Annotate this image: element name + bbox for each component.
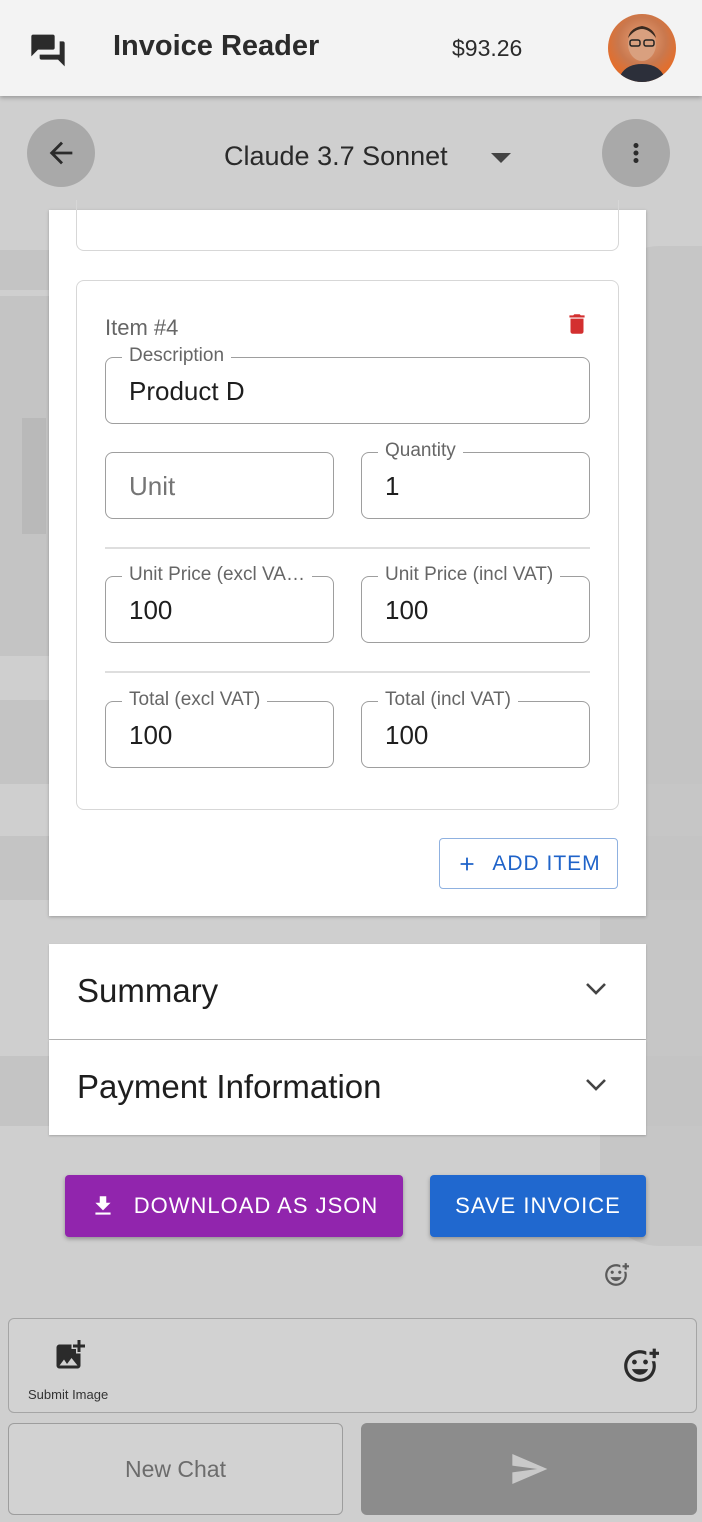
app-root: Invoice Reader $93.26 Claude 3.7 Sonnet (0, 0, 702, 1522)
payment-information-title: Payment Information (77, 1068, 382, 1105)
unit-price-excl-vat-value: 100 (129, 595, 173, 625)
quantity-value: 1 (385, 471, 400, 501)
unit-price-excl-vat-field[interactable]: Unit Price (excl VA… 100 (105, 564, 334, 643)
plus-icon (460, 857, 474, 870)
caret-down-icon[interactable] (491, 153, 511, 163)
unit-price-excl-vat-label: Unit Price (excl VA… (122, 564, 312, 586)
new-chat-button[interactable]: New Chat (8, 1423, 343, 1515)
more-vert-icon (633, 143, 639, 163)
background-shape (22, 418, 46, 534)
app-bar: Invoice Reader $93.26 (0, 0, 702, 96)
total-excl-vat-label: Total (excl VAT) (122, 689, 268, 711)
summary-accordion[interactable]: Summary (49, 944, 646, 1039)
item-title: Item #4 (105, 315, 179, 340)
previous-item-box (76, 200, 619, 251)
trash-icon[interactable] (564, 309, 590, 339)
total-incl-vat-field[interactable]: Total (incl VAT) 100 (361, 689, 590, 768)
add-photo-icon[interactable] (51, 1337, 89, 1373)
invoice-items-card: Item #4 Description Product D Unit Quant… (49, 200, 646, 916)
more-options-button[interactable] (602, 119, 670, 187)
chevron-down-icon (586, 1079, 606, 1091)
back-button[interactable] (27, 119, 95, 187)
description-value: Product D (129, 376, 245, 406)
unit-price-incl-vat-label: Unit Price (incl VAT) (378, 564, 561, 586)
app-title: Invoice Reader (113, 30, 320, 62)
save-invoice-button[interactable]: SAVE INVOICE (430, 1175, 646, 1237)
payment-information-accordion[interactable]: Payment Information (49, 1040, 646, 1135)
unit-price-incl-vat-field[interactable]: Unit Price (incl VAT) 100 (361, 564, 590, 643)
divider (105, 671, 590, 673)
submit-image-label: Submit Image (28, 1387, 109, 1402)
chevron-down-icon (586, 983, 606, 995)
chat-bubbles-icon[interactable] (28, 28, 68, 68)
download-json-label: DOWNLOAD AS JSON (133, 1193, 379, 1218)
unit-placeholder: Unit (129, 471, 176, 501)
quantity-label: Quantity (378, 440, 463, 462)
summary-title: Summary (77, 972, 219, 1009)
add-emoji-icon[interactable] (621, 1347, 659, 1385)
add-item-label: ADD ITEM (492, 851, 601, 875)
chat-input-box[interactable]: Submit Image (8, 1318, 697, 1413)
total-excl-vat-field[interactable]: Total (excl VAT) 100 (105, 689, 334, 768)
account-balance: $93.26 (452, 35, 523, 61)
unit-field[interactable]: Unit (105, 452, 334, 519)
send-icon (512, 1454, 548, 1484)
quantity-field[interactable]: Quantity 1 (361, 440, 590, 519)
save-invoice-label: SAVE INVOICE (455, 1193, 621, 1218)
divider (105, 547, 590, 549)
total-incl-vat-value: 100 (385, 720, 429, 750)
new-chat-label: New Chat (125, 1455, 226, 1482)
add-item-button[interactable]: ADD ITEM (439, 838, 618, 889)
total-incl-vat-label: Total (incl VAT) (378, 689, 518, 711)
add-emoji-icon[interactable] (603, 1262, 629, 1288)
line-item-4: Item #4 Description Product D Unit Quant… (76, 280, 619, 810)
unit-price-incl-vat-value: 100 (385, 595, 429, 625)
description-field[interactable]: Description Product D (105, 345, 590, 424)
model-selector-label[interactable]: Claude 3.7 Sonnet (224, 141, 448, 172)
arrow-left-icon (49, 141, 73, 165)
download-json-button[interactable]: DOWNLOAD AS JSON (65, 1175, 403, 1237)
user-avatar[interactable] (608, 14, 676, 82)
total-excl-vat-value: 100 (129, 720, 173, 750)
download-icon (95, 1196, 111, 1215)
send-button[interactable] (361, 1423, 697, 1515)
description-label: Description (122, 345, 232, 367)
